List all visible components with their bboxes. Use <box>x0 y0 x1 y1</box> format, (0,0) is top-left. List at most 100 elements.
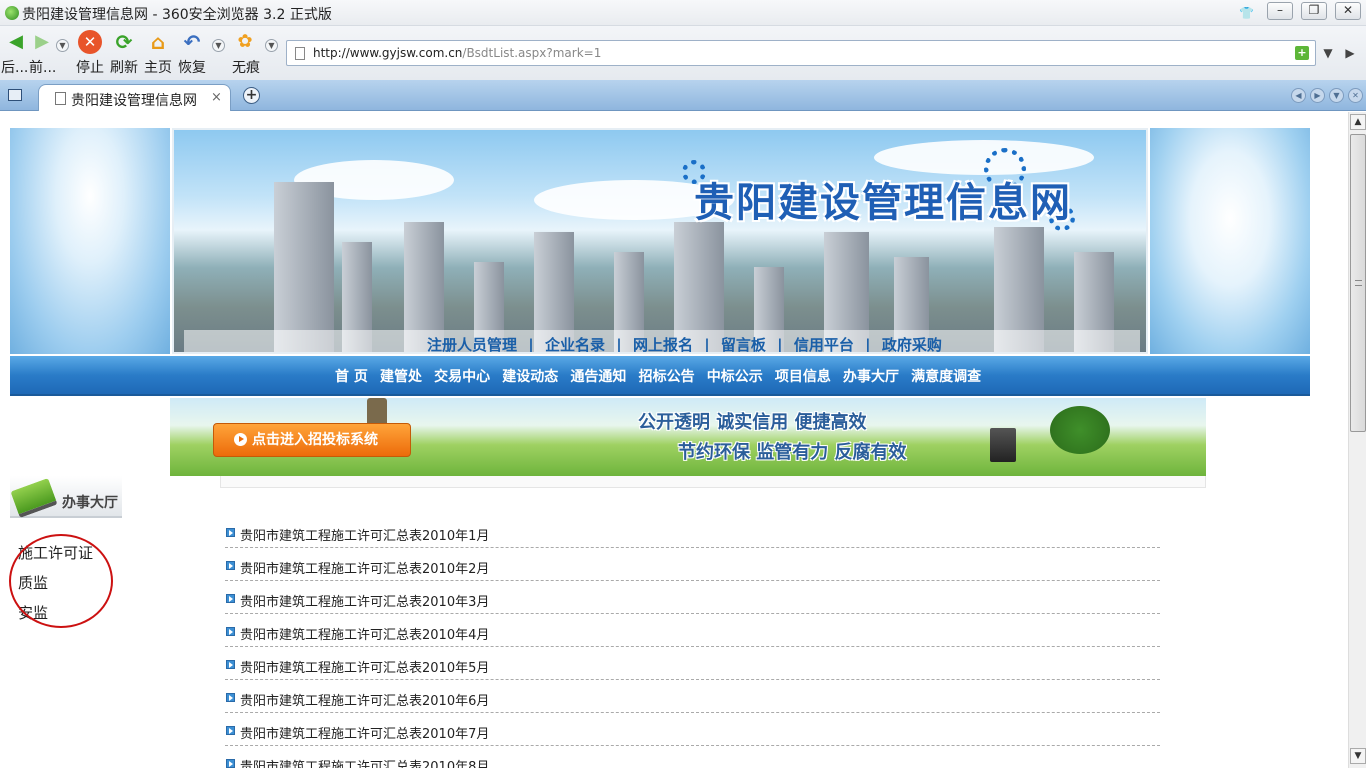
paw-icon: ✿ <box>237 31 253 52</box>
banner-left-sky <box>10 128 170 354</box>
sub-nav-separator: | <box>777 336 783 354</box>
sidebar-heading: 办事大厅 <box>10 476 122 518</box>
tab-close-all-icon[interactable]: ✕ <box>1348 88 1363 103</box>
sub-nav-message-board[interactable]: 留言板 <box>721 336 766 352</box>
nav-project-info[interactable]: 项目信息 <box>775 369 831 385</box>
sub-nav-online-registration[interactable]: 网上报名 <box>633 336 693 352</box>
restore-button[interactable]: ↶ <box>180 30 204 54</box>
page-viewport: 贵阳建设管理信息网 注册人员管理 | 企业名录 | 网上报名 | 留言板 | 信… <box>0 112 1348 768</box>
stop-label: 停止 <box>76 60 104 76</box>
list-item[interactable]: 贵阳市建筑工程施工许可汇总表2010年7月 <box>225 713 1160 746</box>
history-dropdown-icon[interactable]: ▼ <box>56 39 69 52</box>
arrow-bullet-icon <box>226 594 235 603</box>
refresh-button[interactable]: ⟳ <box>112 30 136 54</box>
site-title: 贵阳建设管理信息网 <box>694 179 1072 226</box>
tab-scroll-left-icon[interactable]: ◀ <box>1291 88 1306 103</box>
nav-construction-office[interactable]: 建管处 <box>380 369 422 385</box>
nav-trading-center[interactable]: 交易中心 <box>434 369 490 385</box>
back-label: 后... <box>1 60 29 76</box>
book-icon <box>10 478 58 518</box>
sidebar-heading-label: 办事大厅 <box>62 495 118 511</box>
tab-scroll-right-icon[interactable]: ▶ <box>1310 88 1325 103</box>
browser-logo-icon <box>5 6 19 20</box>
nav-award-publicity[interactable]: 中标公示 <box>707 369 763 385</box>
main-nav: 首 页 建管处 交易中心 建设动态 通告通知 招标公告 中标公示 项目信息 办事… <box>10 356 1310 396</box>
nav-construction-news[interactable]: 建设动态 <box>502 369 558 385</box>
forward-arrow-icon: ▶ <box>35 31 49 52</box>
sub-nav-credit-platform[interactable]: 信用平台 <box>794 336 854 352</box>
sub-nav-separator: | <box>528 336 534 354</box>
sub-nav-registered-personnel[interactable]: 注册人员管理 <box>427 336 517 352</box>
incognito-dropdown-icon[interactable]: ▼ <box>265 39 278 52</box>
sub-nav-government-procurement[interactable]: 政府采购 <box>882 336 942 352</box>
nav-notices[interactable]: 通告通知 <box>570 369 626 385</box>
list-item[interactable]: 贵阳市建筑工程施工许可汇总表2010年4月 <box>225 614 1160 647</box>
list-item[interactable]: 贵阳市建筑工程施工许可汇总表2010年8月 <box>225 746 1160 768</box>
incognito-button[interactable]: ✿ <box>233 30 257 54</box>
arrow-bullet-icon <box>226 660 235 669</box>
scroll-up-icon[interactable]: ▲ <box>1350 114 1366 130</box>
tv-decoration <box>990 428 1016 462</box>
scrollbar-thumb[interactable] <box>1350 134 1366 432</box>
vertical-scrollbar[interactable]: ▲ ▼ <box>1348 112 1366 768</box>
sub-nav-separator: | <box>865 336 871 354</box>
nav-service-hall[interactable]: 办事大厅 <box>843 369 899 385</box>
skin-shirt-icon[interactable]: 👕 <box>1239 6 1255 20</box>
arrow-bullet-icon <box>226 759 235 768</box>
list-item[interactable]: 贵阳市建筑工程施工许可汇总表2010年2月 <box>225 548 1160 581</box>
go-arrow-icon[interactable]: ▶ <box>1340 41 1360 65</box>
content-header-strip <box>220 476 1206 488</box>
tree-decoration <box>1050 406 1110 454</box>
minimize-button[interactable]: – <box>1267 2 1293 20</box>
restore-label: 恢复 <box>178 60 206 76</box>
slogan-line-2: 节约环保 监管有力 反腐有效 <box>678 442 907 463</box>
home-label: 主页 <box>144 60 172 76</box>
nav-home[interactable]: 首 页 <box>335 369 368 385</box>
tab-close-icon[interactable]: × <box>211 90 222 105</box>
arrow-bullet-icon <box>226 627 235 636</box>
scroll-down-icon[interactable]: ▼ <box>1350 748 1366 764</box>
restore-dropdown-icon[interactable]: ▼ <box>212 39 225 52</box>
arrow-bullet-icon <box>226 528 235 537</box>
maximize-button[interactable]: ❐ <box>1301 2 1327 20</box>
tab-list-icon[interactable] <box>8 89 22 101</box>
tab-active[interactable]: 贵阳建设管理信息网 × <box>38 84 231 111</box>
play-icon <box>234 433 247 446</box>
sub-nav-enterprise-list[interactable]: 企业名录 <box>545 336 605 352</box>
add-favorite-icon[interactable]: + <box>1295 46 1309 60</box>
slogan-line-1: 公开透明 诚实信用 便捷高效 <box>638 412 867 433</box>
document-icon <box>55 92 66 105</box>
tab-title: 贵阳建设管理信息网 <box>71 93 197 109</box>
refresh-icon: ⟳ <box>115 30 133 54</box>
list-item[interactable]: 贵阳市建筑工程施工许可汇总表2010年6月 <box>225 680 1160 713</box>
arrow-bullet-icon <box>226 561 235 570</box>
undo-icon: ↶ <box>183 30 201 54</box>
banner-right-sky <box>1150 128 1310 354</box>
sub-nav-separator: | <box>704 336 710 354</box>
banner-sub-nav: 注册人员管理 | 企业名录 | 网上报名 | 留言板 | 信用平台 | 政府采购 <box>184 330 1140 354</box>
stop-button[interactable]: ✕ <box>78 30 102 54</box>
enter-bidding-system-button[interactable]: 点击进入招投标系统 <box>213 423 411 457</box>
promo-banner: 点击进入招投标系统 公开透明 诚实信用 便捷高效 节约环保 监管有力 反腐有效 <box>170 398 1206 476</box>
incognito-label: 无痕 <box>232 60 260 76</box>
list-item[interactable]: 贵阳市建筑工程施工许可汇总表2010年3月 <box>225 581 1160 614</box>
close-button[interactable]: ✕ <box>1335 2 1361 20</box>
nav-satisfaction-survey[interactable]: 满意度调查 <box>911 369 981 385</box>
back-button[interactable]: ◀ <box>4 30 28 54</box>
home-button[interactable]: ⌂ <box>146 30 170 54</box>
home-icon: ⌂ <box>150 30 166 54</box>
nav-tender-announcements[interactable]: 招标公告 <box>639 369 695 385</box>
site-banner: 贵阳建设管理信息网 注册人员管理 | 企业名录 | 网上报名 | 留言板 | 信… <box>172 128 1148 354</box>
address-url[interactable]: http://www.gyjsw.com.cn/BsdtList.aspx?ma… <box>313 46 601 60</box>
list-item[interactable]: 贵阳市建筑工程施工许可汇总表2010年1月 <box>225 515 1160 548</box>
address-dropdown-icon[interactable]: ▼ <box>1318 41 1338 65</box>
list-item[interactable]: 贵阳市建筑工程施工许可汇总表2010年5月 <box>225 647 1160 680</box>
address-bar[interactable]: http://www.gyjsw.com.cn/BsdtList.aspx?ma… <box>286 40 1316 66</box>
stop-icon: ✕ <box>78 30 102 54</box>
tab-menu-icon[interactable]: ▼ <box>1329 88 1344 103</box>
new-tab-icon[interactable]: + <box>243 87 260 104</box>
refresh-label: 刷新 <box>110 60 138 76</box>
tab-bar: 贵阳建设管理信息网 × + ◀ ▶ ▼ ✕ <box>0 80 1366 111</box>
forward-button[interactable]: ▶ <box>30 30 54 54</box>
arrow-bullet-icon <box>226 726 235 735</box>
